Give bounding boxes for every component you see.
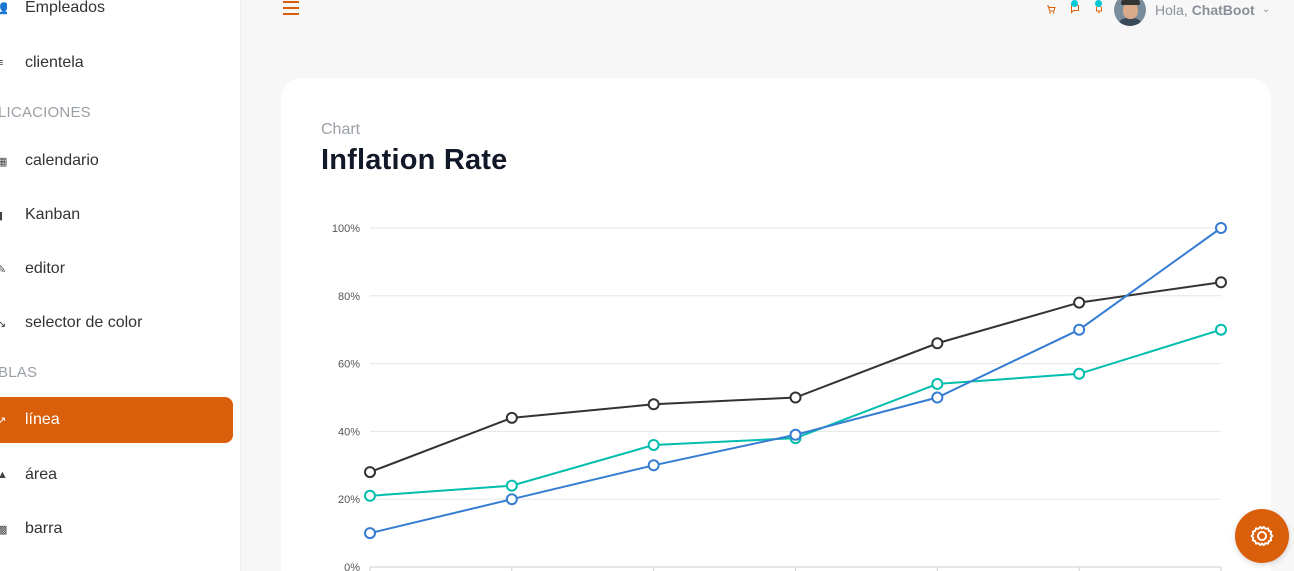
data-point xyxy=(1073,296,1086,309)
data-point xyxy=(647,438,660,451)
y-tick-label: 40% xyxy=(338,426,360,438)
y-tick-label: 80% xyxy=(338,291,360,303)
data-point xyxy=(505,493,518,506)
data-point xyxy=(1215,276,1227,289)
data-point xyxy=(1215,323,1227,336)
data-point xyxy=(647,398,660,411)
data-point xyxy=(1073,367,1086,380)
data-point xyxy=(647,459,660,472)
data-point xyxy=(1073,323,1086,336)
y-tick-label: 60% xyxy=(338,359,360,371)
line-chart: 0% 20% 40% 60% 80% 100% xyxy=(332,222,1227,571)
y-tick-label: 0% xyxy=(344,562,360,571)
data-point xyxy=(931,391,944,404)
data-point xyxy=(1215,222,1227,234)
data-point xyxy=(364,466,376,479)
data-point xyxy=(505,479,518,492)
data-point xyxy=(789,391,802,404)
data-point xyxy=(931,337,944,350)
data-point xyxy=(364,489,376,502)
settings-button[interactable] xyxy=(1235,509,1289,563)
y-tick-label: 100% xyxy=(332,223,360,235)
series-line-1 xyxy=(369,328,1222,497)
data-point xyxy=(931,377,944,390)
data-point xyxy=(505,411,518,424)
gear-icon xyxy=(1250,525,1274,547)
data-point xyxy=(364,527,376,540)
data-point xyxy=(789,428,802,441)
y-tick-label: 20% xyxy=(338,494,360,506)
